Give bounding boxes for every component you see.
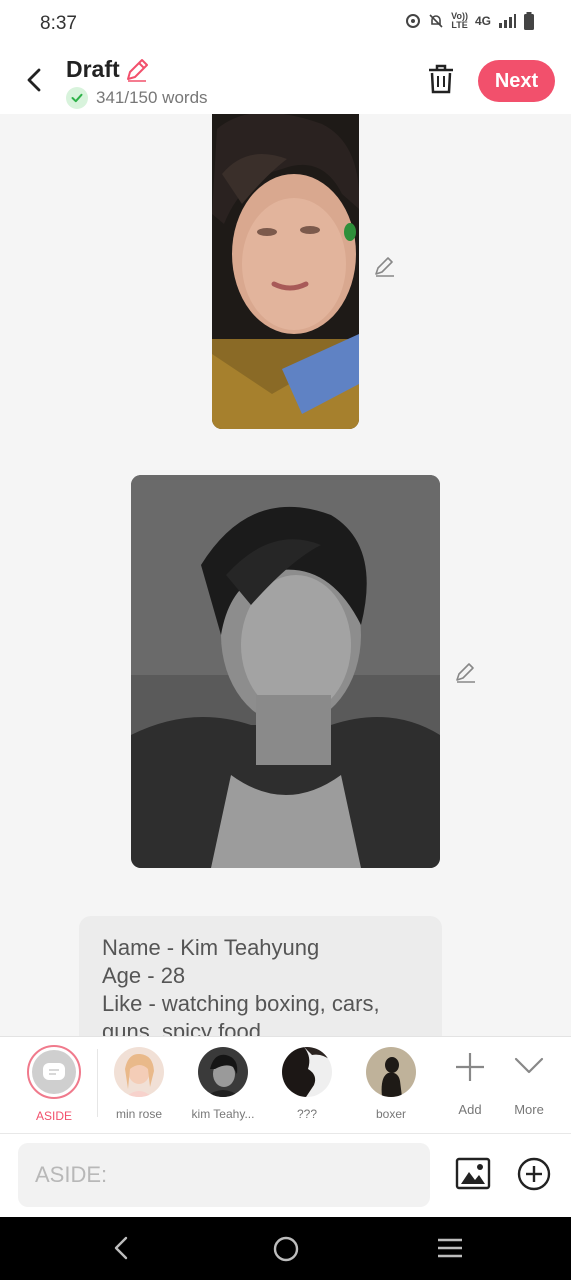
character-kim-teahyung[interactable]: kim Teahy...	[183, 1047, 263, 1121]
status-icons: Vo)) LTE 4G	[405, 12, 535, 30]
story-text-card[interactable]: Name - Kim Teahyung Age - 28 Like - watc…	[79, 916, 442, 1036]
word-count: 341/150 words	[66, 87, 208, 109]
story-line: guns, spicy food	[102, 1019, 261, 1036]
nav-menu-icon[interactable]	[436, 1237, 464, 1259]
edit-title-icon[interactable]	[124, 57, 150, 83]
status-time: 8:37	[40, 13, 77, 34]
back-arrow-icon[interactable]	[20, 62, 50, 98]
trash-icon[interactable]	[426, 62, 456, 96]
avatar	[366, 1047, 416, 1097]
signal-icon	[499, 14, 516, 28]
image-icon[interactable]	[455, 1156, 491, 1192]
character-boxer[interactable]: boxer	[351, 1047, 431, 1121]
add-character-button[interactable]: Add	[440, 1047, 500, 1117]
character-aside[interactable]: ASIDE	[14, 1045, 94, 1123]
system-nav-bar	[0, 1217, 571, 1280]
avatar	[114, 1047, 164, 1097]
chevron-down-icon	[514, 1057, 544, 1074]
data-saver-icon	[406, 14, 421, 28]
story-editor[interactable]: Name - Kim Teahyung Age - 28 Like - watc…	[0, 114, 571, 1036]
battery-icon	[524, 12, 534, 30]
nav-back-icon[interactable]	[110, 1235, 134, 1261]
character-label: ASIDE	[35, 1109, 72, 1123]
edit-image-icon[interactable]	[453, 660, 477, 684]
story-image-bw-portrait[interactable]	[131, 475, 440, 868]
app-bar: Draft 341/150 words Next	[0, 48, 571, 114]
volte-icon: Vo)) LTE	[451, 11, 468, 30]
add-circle-icon[interactable]	[516, 1156, 552, 1192]
plus-icon	[456, 1053, 484, 1081]
add-label: Add	[458, 1102, 482, 1117]
edit-image-icon[interactable]	[372, 254, 396, 278]
network-type: 4G	[474, 14, 491, 28]
character-bar: ASIDE min rose kim Teahy... ??? boxer Ad…	[0, 1036, 571, 1133]
message-input[interactable]	[18, 1143, 430, 1207]
chat-bubble-icon	[43, 1063, 65, 1080]
more-label: More	[514, 1102, 544, 1117]
more-button[interactable]: More	[499, 1047, 559, 1117]
divider	[97, 1049, 98, 1117]
avatar	[198, 1047, 248, 1097]
character-label: ???	[296, 1107, 318, 1121]
next-button[interactable]: Next	[478, 60, 555, 102]
character-min-rose[interactable]: min rose	[99, 1047, 179, 1121]
story-line: Name - Kim Teahyung	[102, 935, 320, 960]
story-line: Age - 28	[102, 963, 186, 988]
character-label: kim Teahy...	[191, 1107, 255, 1121]
story-image-portrait[interactable]	[212, 114, 359, 429]
status-bar: 8:37 Vo)) LTE 4G	[0, 0, 571, 48]
story-line: Like - watching boxing, cars,	[102, 991, 380, 1016]
character-unknown[interactable]: ???	[267, 1047, 347, 1121]
check-icon	[66, 87, 88, 109]
character-label: min rose	[115, 1107, 162, 1121]
mute-bell-icon	[429, 14, 443, 28]
aside-avatar	[27, 1045, 81, 1099]
nav-home-icon[interactable]	[272, 1235, 300, 1263]
message-input-wrapper	[18, 1143, 430, 1207]
input-bar	[0, 1133, 571, 1218]
page-title: Draft	[66, 56, 120, 82]
character-label: boxer	[375, 1107, 407, 1121]
avatar	[282, 1047, 332, 1097]
word-count-text: 341/150 words	[96, 88, 208, 107]
